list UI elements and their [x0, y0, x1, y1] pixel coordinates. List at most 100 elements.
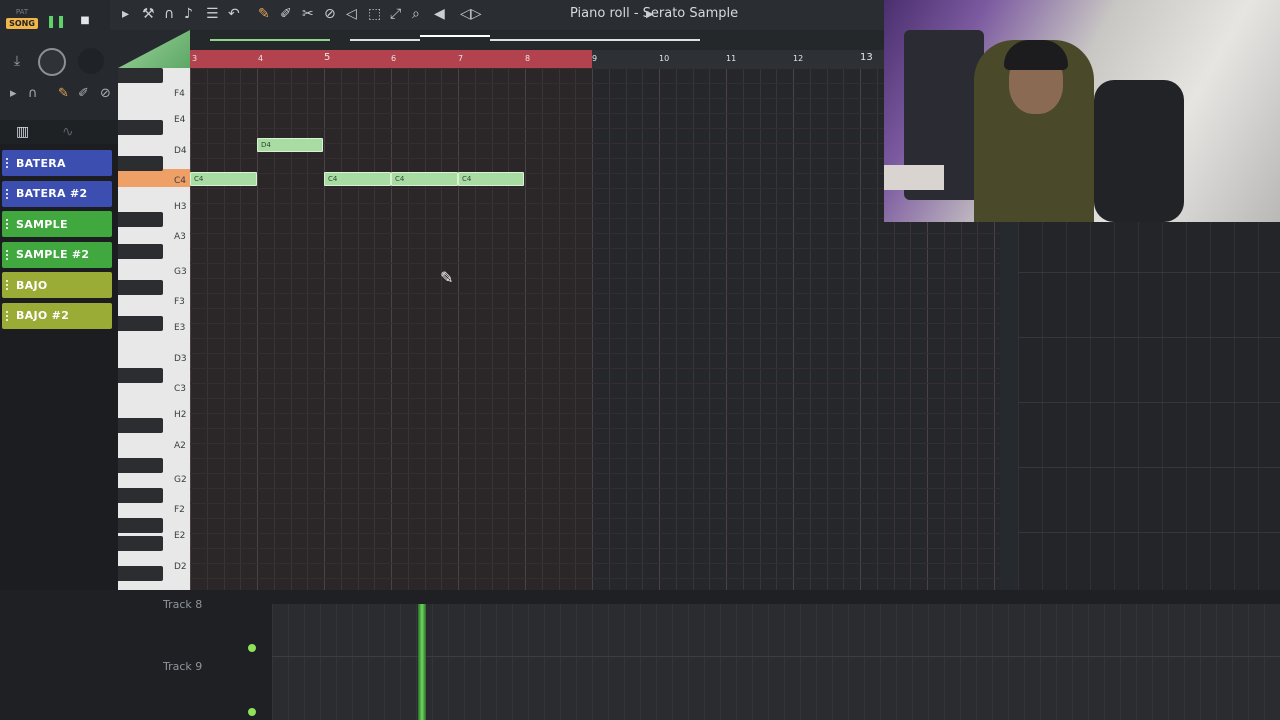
speaker-icon[interactable]: ◀	[434, 6, 445, 22]
minimap[interactable]	[190, 30, 1000, 50]
paint-icon[interactable]: ✐	[280, 6, 292, 22]
channel-button[interactable]: SAMPLE	[2, 211, 112, 238]
delete-icon[interactable]: ⊘	[324, 6, 336, 22]
grid-line	[693, 68, 694, 590]
channel-label: BAJO	[16, 278, 48, 292]
black-key[interactable]	[118, 212, 163, 227]
grip-icon[interactable]	[6, 280, 12, 291]
pencil-icon[interactable]: ✎	[258, 6, 270, 22]
playlist-row	[1018, 337, 1280, 338]
grip-icon[interactable]	[6, 158, 12, 168]
pat-song-toggle[interactable]: PAT SONG	[6, 8, 38, 29]
black-key[interactable]	[118, 418, 163, 433]
pat-label[interactable]: PAT	[6, 8, 38, 16]
key-label: G2	[174, 475, 187, 485]
download-icon[interactable]: ⤓	[10, 54, 24, 68]
timeline-corner	[118, 30, 190, 68]
black-key[interactable]	[118, 244, 163, 259]
track-mute-indicator[interactable]	[248, 708, 256, 716]
search-icon[interactable]: ⌕	[412, 6, 420, 22]
note-icon[interactable]: ♪	[184, 6, 193, 22]
select-icon[interactable]: ⬚	[368, 6, 381, 22]
black-key[interactable]	[118, 458, 163, 473]
channel-label: SAMPLE	[16, 217, 68, 231]
black-key[interactable]	[118, 120, 163, 135]
playhead[interactable]	[418, 604, 426, 720]
slice-icon[interactable]: ✂	[302, 6, 314, 22]
mute-icon[interactable]: ◁	[346, 6, 357, 22]
grip-icon[interactable]	[6, 188, 12, 199]
piano-keys[interactable]: F4 E4 D4 C4 H3 A3 G3 F3 E3 D3 C3 H2 A2 G2 F2 E2 D2	[118, 68, 190, 611]
grid-row-line	[190, 203, 1000, 204]
pause-icon[interactable]: ❚❚	[46, 14, 66, 28]
grid-line	[626, 68, 627, 590]
bar-number: 11	[726, 54, 737, 63]
stop-icon[interactable]: ■	[78, 14, 92, 28]
midi-note[interactable]: C4	[458, 172, 524, 186]
midi-note[interactable]: C4	[391, 172, 458, 186]
gaming-chair	[1094, 80, 1184, 222]
bar-number: 13	[860, 52, 873, 63]
piano-icon[interactable]: ▥	[16, 124, 29, 140]
track-label[interactable]: Track 8	[163, 598, 202, 611]
playlist-row	[1018, 402, 1280, 403]
undo-icon[interactable]: ↶	[228, 6, 240, 22]
channel-button[interactable]: BAJO #2	[2, 302, 112, 329]
track-label[interactable]: Track 9	[163, 660, 202, 673]
channel-button[interactable]: BAJO	[2, 272, 112, 299]
grid-line	[743, 68, 744, 590]
grid-line	[575, 68, 576, 590]
grid-line	[877, 68, 878, 590]
timeline-ruler[interactable]: 3 4 5 6 7 8 9 10 11 12 13	[190, 50, 1000, 68]
grid-line	[508, 68, 509, 590]
playback-icon[interactable]: ◁▷	[460, 6, 482, 22]
black-key[interactable]	[118, 280, 163, 295]
magnet-icon[interactable]: ∩	[164, 6, 174, 22]
black-key[interactable]	[118, 488, 163, 503]
wrench-icon[interactable]: ⚒	[142, 6, 155, 22]
bar-number: 10	[659, 54, 670, 63]
delete-icon[interactable]: ⊘	[100, 86, 111, 101]
black-key[interactable]	[118, 68, 163, 83]
tempo-knob[interactable]	[38, 48, 66, 76]
play-arrow-icon[interactable]: ▸	[10, 86, 17, 101]
black-key[interactable]	[118, 316, 163, 331]
midi-note[interactable]: D4	[257, 138, 323, 152]
note-grid[interactable]: D4 C4 C4 C4 C4	[190, 68, 1000, 590]
grip-icon[interactable]	[6, 219, 12, 230]
pencil-icon[interactable]: ✎	[58, 86, 69, 101]
arrow-icon[interactable]: ▸	[122, 6, 129, 22]
waveform-icon[interactable]: ∿	[62, 124, 74, 140]
black-key[interactable]	[118, 566, 163, 581]
track-grid-column	[736, 604, 737, 720]
menu-icon[interactable]: ☰	[206, 6, 219, 22]
track-grid-column	[720, 604, 721, 720]
grid-line	[458, 68, 459, 590]
grid-line	[358, 68, 359, 590]
midi-note[interactable]: C4	[190, 172, 257, 186]
black-key[interactable]	[118, 156, 163, 171]
channel-button[interactable]: BATERA	[2, 150, 112, 176]
magnet-icon[interactable]: ∩	[28, 86, 38, 101]
grip-icon[interactable]	[6, 310, 12, 321]
midi-note[interactable]: C4	[324, 172, 391, 186]
song-label[interactable]: SONG	[6, 18, 38, 29]
grid-row-line	[190, 293, 1000, 294]
bar-number: 7	[458, 54, 464, 63]
brush-icon[interactable]: ✐	[78, 86, 89, 101]
channel-button[interactable]: BATERA #2	[2, 180, 112, 207]
key-label: D2	[174, 562, 187, 572]
chevron-right-icon[interactable]: ▶	[646, 9, 654, 20]
grid-row-line	[190, 83, 1000, 84]
secondary-knob[interactable]	[78, 48, 104, 74]
grid-row-line	[190, 353, 1000, 354]
grip-icon[interactable]	[6, 249, 12, 260]
black-key[interactable]	[118, 368, 163, 383]
channel-button[interactable]: SAMPLE #2	[2, 241, 112, 268]
zoom-icon[interactable]: ⤢	[390, 6, 401, 22]
minimap-segment	[420, 35, 490, 37]
black-key[interactable]	[118, 536, 163, 551]
grid-row-line	[190, 428, 1000, 429]
black-key[interactable]	[118, 518, 163, 533]
track-mute-indicator[interactable]	[248, 644, 256, 652]
